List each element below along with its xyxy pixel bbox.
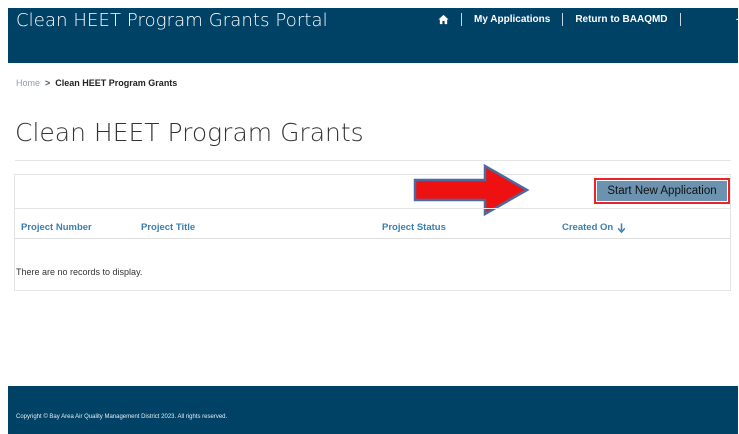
nav-divider	[461, 13, 462, 26]
sort-descending-icon	[617, 222, 626, 233]
start-new-application-button[interactable]: Start New Application	[594, 178, 730, 204]
site-header: Clean HEET Program Grants Portal My Appl…	[8, 8, 739, 63]
title-divider	[15, 160, 731, 161]
column-header-project-status[interactable]: Project Status	[382, 222, 446, 233]
my-applications-link[interactable]: My Applications	[474, 14, 550, 25]
column-header-project-title[interactable]: Project Title	[141, 222, 195, 233]
created-on-label: Created On	[562, 222, 614, 233]
column-header-project-number[interactable]: Project Number	[21, 222, 92, 233]
breadcrumb-separator: >	[45, 78, 51, 88]
home-icon[interactable]	[438, 14, 449, 25]
toolbar-divider	[15, 208, 730, 209]
nav-divider	[562, 13, 564, 26]
top-nav: My Applications Return to BAAQMD -	[438, 13, 739, 26]
site-footer: Copyright © Bay Area Air Quality Managem…	[8, 386, 738, 434]
copyright-text: Copyright © Bay Area Air Quality Managem…	[16, 414, 228, 420]
breadcrumb: Home > Clean HEET Program Grants	[16, 78, 177, 88]
breadcrumb-current: Clean HEET Program Grants	[55, 78, 178, 88]
applications-panel: Start New Application Project Number Pro…	[14, 164, 731, 291]
table-header-divider	[15, 238, 730, 239]
nav-divider	[679, 13, 681, 26]
empty-records-message: There are no records to display.	[16, 267, 143, 277]
column-header-created-on[interactable]: Created On	[562, 222, 626, 233]
return-to-baaqmd-link[interactable]: Return to BAAQMD	[575, 14, 667, 25]
start-new-application-label: Start New Application	[597, 181, 727, 201]
breadcrumb-home-link[interactable]: Home	[16, 78, 40, 88]
portal-brand[interactable]: Clean HEET Program Grants Portal	[16, 10, 328, 31]
page-title: Clean HEET Program Grants	[15, 118, 364, 147]
